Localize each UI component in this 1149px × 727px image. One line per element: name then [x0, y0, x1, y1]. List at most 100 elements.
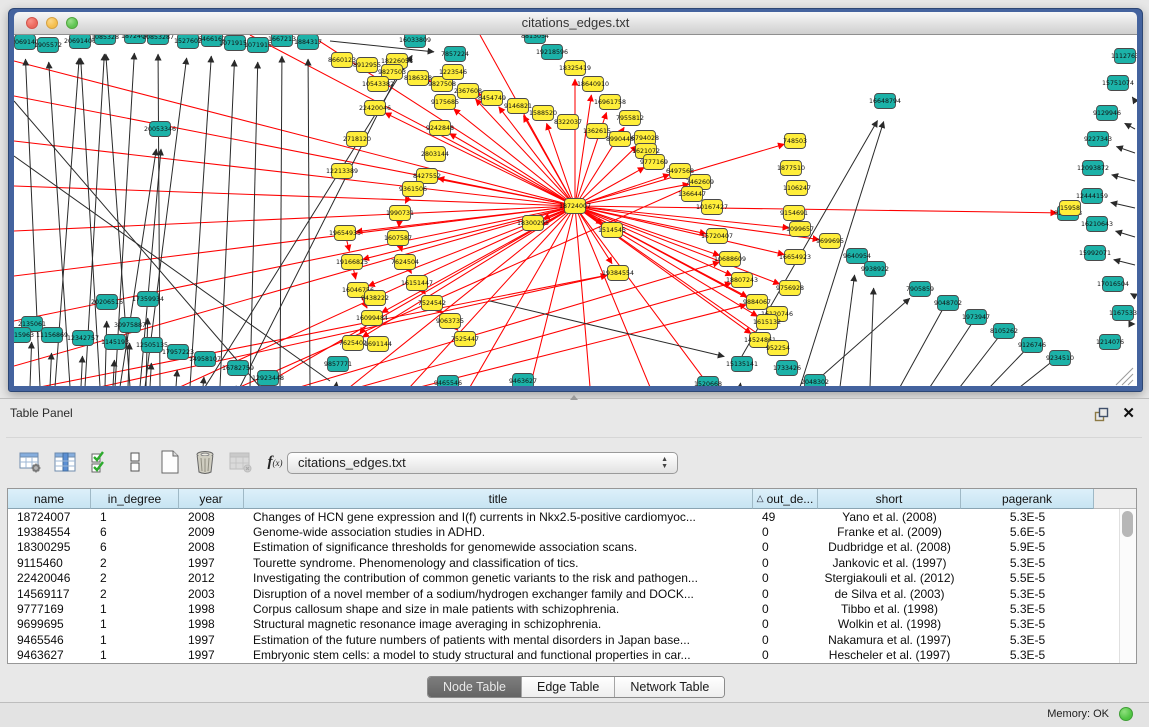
graph-node[interactable]: 1366447 [678, 187, 706, 202]
graph-node[interactable]: 1733426 [773, 361, 801, 376]
graph-node[interactable]: 15751074 [1102, 76, 1134, 91]
column-header-in_degree[interactable]: in_degree [91, 489, 179, 509]
graph-node[interactable]: 8990448 [606, 132, 634, 147]
graph-node[interactable]: 20053346 [144, 122, 176, 137]
column-header-name[interactable]: name [8, 489, 91, 509]
table-row[interactable]: 911546021997Tourette syndrome. Phenomeno… [8, 555, 1120, 570]
graph-node[interactable]: 16210643 [1081, 217, 1113, 232]
graph-node[interactable]: 1973947 [962, 310, 990, 325]
tab-node-table[interactable]: Node Table [428, 677, 521, 697]
canvas-resize-grip[interactable] [1116, 368, 1133, 385]
graph-node[interactable]: 9242848 [426, 121, 454, 136]
panel-divider-handle[interactable] [570, 395, 578, 400]
graph-node[interactable]: 1884317 [294, 35, 322, 50]
table-row[interactable]: 946362711997Embryonic stem cells: a mode… [8, 648, 1120, 663]
delete-rows-trash-icon[interactable] [193, 450, 217, 474]
graph-node[interactable]: 7955812 [616, 111, 644, 126]
select-all-rows-icon[interactable] [88, 450, 112, 474]
table-row[interactable]: 1872400712008Changes of HCN gene express… [8, 509, 1120, 524]
graph-node[interactable]: 1990731 [386, 206, 414, 221]
graph-node[interactable]: 19166825 [336, 255, 368, 270]
graph-node[interactable]: 1905572 [34, 38, 62, 53]
graph-node[interactable]: 10167427 [696, 200, 728, 215]
scrollbar-thumb[interactable] [1122, 511, 1133, 537]
graph-node[interactable]: 9234510 [1046, 351, 1074, 366]
graph-node[interactable]: 9063735 [436, 314, 464, 329]
graph-node[interactable]: 2048302 [801, 375, 829, 387]
graph-node[interactable]: 12444159 [1076, 189, 1108, 204]
table-selector-dropdown[interactable]: citations_edges.txt ▲▼ [287, 452, 678, 474]
graph-node[interactable]: 12093872 [1077, 161, 1109, 176]
table-row[interactable]: 1830029562008Estimation of significance … [8, 540, 1120, 555]
column-header-title[interactable]: title [244, 489, 753, 509]
graph-node[interactable]: 2718120 [343, 132, 371, 147]
graph-node[interactable]: 8660123 [328, 53, 356, 68]
table-row[interactable]: 946554611997Estimation of the future num… [8, 632, 1120, 647]
graph-node[interactable]: 1106247 [783, 181, 811, 196]
vertical-scrollbar[interactable] [1119, 509, 1136, 663]
graph-node[interactable]: 12213389 [326, 164, 358, 179]
graph-node[interactable]: 9048702 [934, 296, 962, 311]
close-panel-icon[interactable]: ✕ [1122, 404, 1135, 422]
column-visibility-icon[interactable] [53, 450, 77, 474]
graph-node[interactable]: 10688609 [714, 252, 746, 267]
graph-node[interactable]: 9146821 [504, 99, 532, 114]
graph-node[interactable]: 1085328 [91, 35, 119, 45]
graph-node[interactable]: 8322037 [554, 115, 582, 130]
graph-node[interactable]: 7857224 [441, 47, 469, 62]
network-window-titlebar[interactable]: citations_edges.txt [14, 12, 1137, 35]
graph-node[interactable]: 19654935 [329, 226, 361, 241]
graph-node[interactable]: 19218596 [536, 45, 568, 60]
graph-node[interactable]: 16961758 [594, 95, 626, 110]
graph-node[interactable]: 7524542 [418, 296, 446, 311]
graph-node[interactable]: 1112763 [1111, 49, 1137, 64]
graph-node[interactable]: 1691144 [364, 337, 392, 352]
graph-node[interactable]: 7525447 [451, 332, 479, 347]
table-row[interactable]: 1938455462009Genome-wide association stu… [8, 524, 1120, 539]
graph-node[interactable]: 16654923 [779, 250, 811, 265]
clear-selection-icon[interactable] [123, 450, 147, 474]
network-canvas[interactable]: 2069140190557220691406108532818724041085… [14, 35, 1137, 386]
graph-node[interactable]: 15958 [1060, 201, 1081, 216]
table-row[interactable]: 969969511998Structural magnetic resonanc… [8, 617, 1120, 632]
graph-node[interactable]: 9884067 [743, 295, 771, 310]
graph-node[interactable]: 16033809 [399, 35, 431, 48]
graph-node[interactable]: 1214076 [1096, 335, 1124, 350]
table-row[interactable]: 1456911722003Disruption of a novel membe… [8, 586, 1120, 601]
column-header-year[interactable]: year [179, 489, 244, 509]
float-panel-icon[interactable] [1094, 407, 1109, 422]
graph-node[interactable]: 1607587 [384, 231, 412, 246]
graph-node[interactable]: 1167533 [1109, 306, 1137, 321]
graph-node[interactable]: 8454749 [478, 91, 506, 106]
graph-node[interactable]: 9756928 [776, 281, 804, 296]
graph-node[interactable]: 7624504 [391, 255, 419, 270]
tab-network-table[interactable]: Network Table [614, 677, 724, 697]
graph-node[interactable]: 9175685 [431, 95, 459, 110]
table-settings-icon[interactable] [18, 450, 42, 474]
graph-node[interactable]: 1223546 [439, 65, 467, 80]
function-builder-icon[interactable]: f(x) [263, 450, 287, 474]
graph-node[interactable]: 1145193 [101, 335, 129, 350]
graph-node[interactable]: 17016504 [1097, 277, 1129, 292]
graph-node[interactable]: 1615132 [753, 315, 781, 330]
graph-node[interactable]: 1514545 [598, 223, 626, 238]
graph-node[interactable]: 9129946 [1093, 106, 1121, 121]
table-row[interactable]: 977716911998Corpus callosum shape and si… [8, 601, 1120, 616]
graph-node[interactable]: 18325419 [559, 61, 591, 76]
graph-node[interactable]: 8912955 [353, 58, 381, 73]
graph-node[interactable]: 16782759 [222, 361, 254, 376]
graph-node[interactable]: 952254 [766, 341, 790, 356]
graph-node[interactable]: 2803144 [421, 147, 449, 162]
graph-node[interactable]: 16151447 [401, 276, 433, 291]
graph-node[interactable]: 1099657 [786, 222, 814, 237]
graph-node[interactable]: 9227343 [1084, 132, 1112, 147]
table-row[interactable]: 2242004622012Investigating the contribut… [8, 571, 1120, 586]
graph-node[interactable]: 9699695 [816, 234, 844, 249]
graph-node[interactable]: 8813054 [521, 35, 549, 44]
graph-node[interactable]: 9777169 [640, 155, 668, 170]
graph-node[interactable]: 9126746 [1018, 338, 1046, 353]
graph-node[interactable]: 9938922 [861, 262, 889, 277]
graph-node[interactable]: 16648794 [869, 94, 901, 109]
graph-node[interactable]: 1877510 [777, 161, 805, 176]
graph-node[interactable]: 18640910 [577, 77, 609, 92]
